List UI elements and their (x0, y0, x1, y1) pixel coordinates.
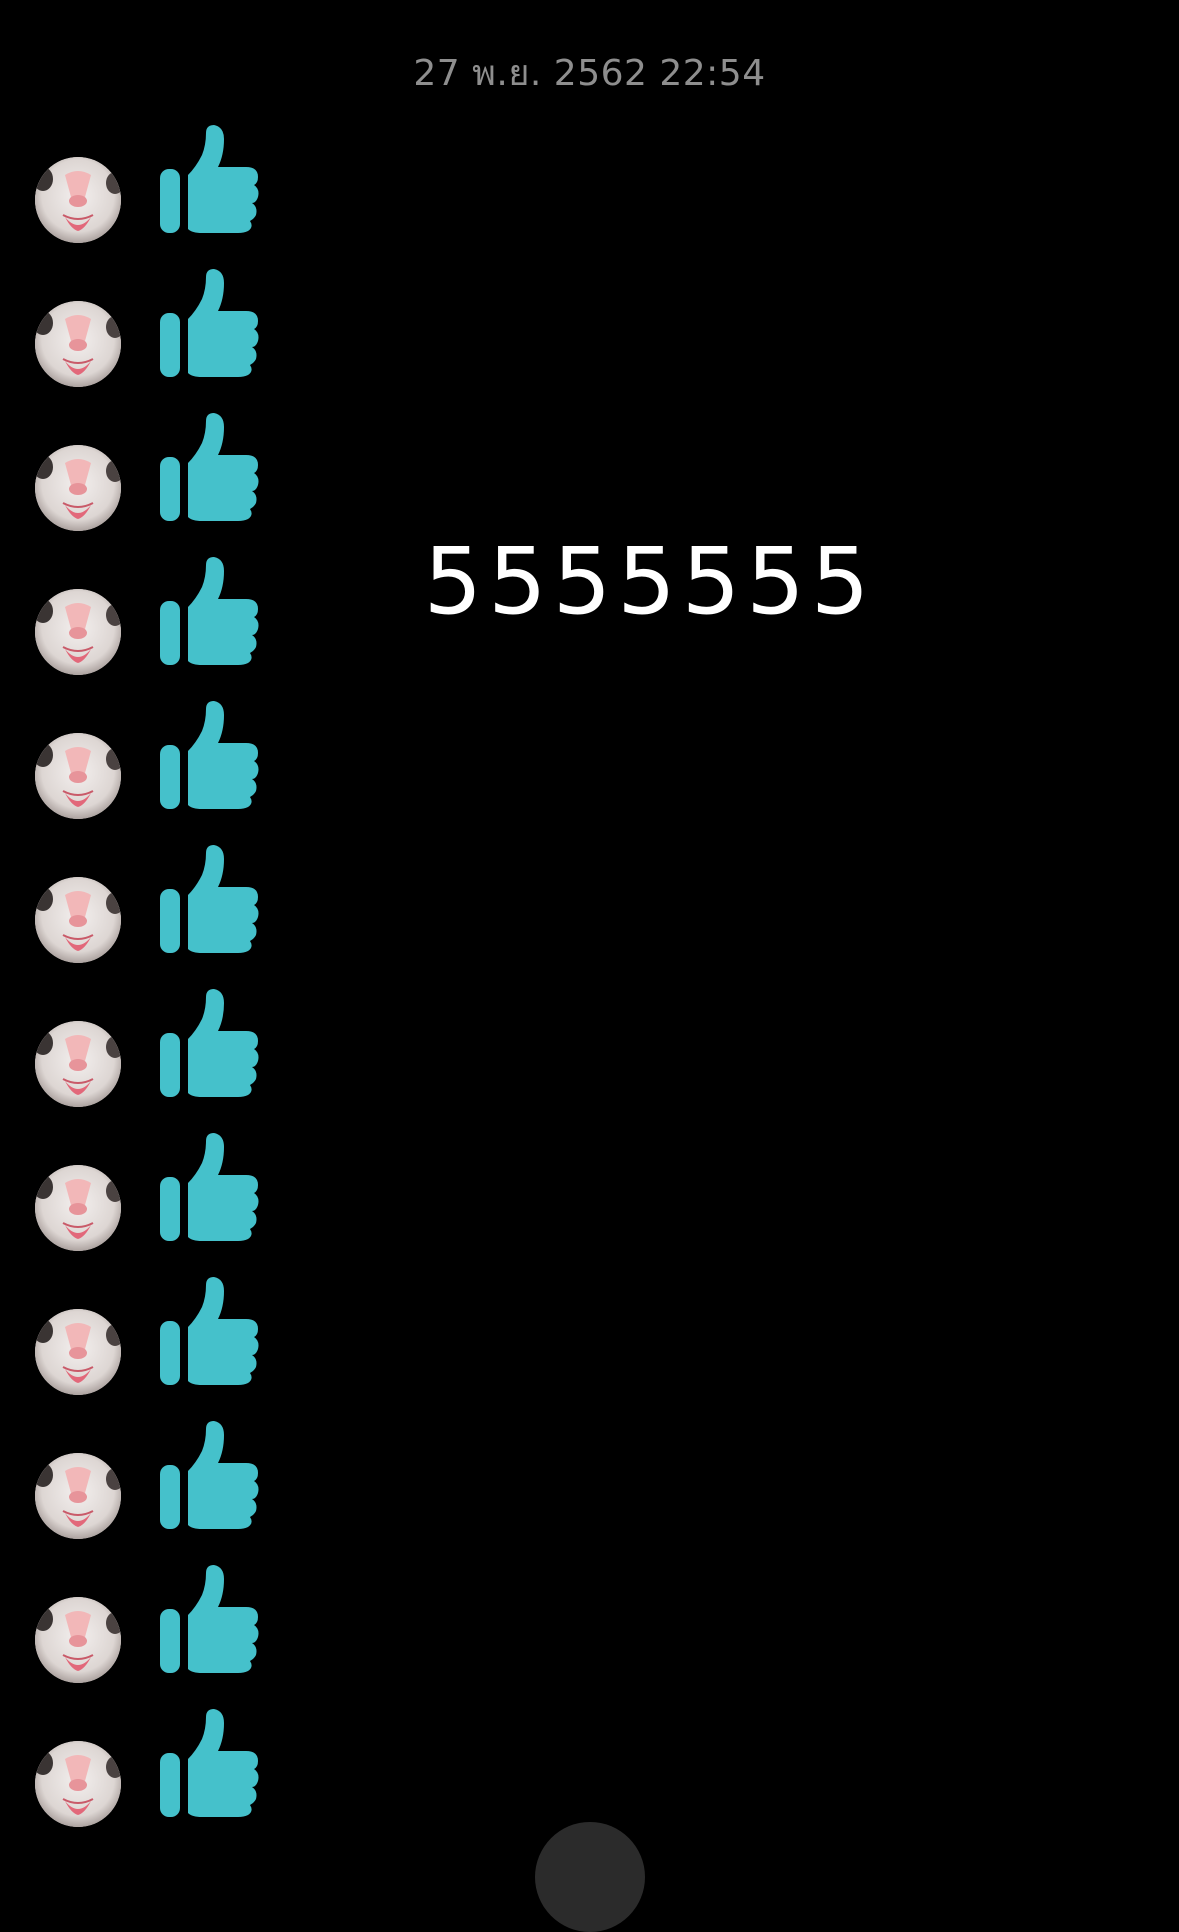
thumbs-up-icon[interactable] (158, 1563, 262, 1675)
thumbs-up-icon[interactable] (158, 1275, 262, 1387)
message-row (0, 1421, 300, 1561)
thumbs-up-icon[interactable] (158, 1131, 262, 1243)
avatar-cat-icon[interactable] (35, 1597, 121, 1683)
thumbs-up-icon[interactable] (158, 123, 262, 235)
thumbs-up-icon[interactable] (158, 843, 262, 955)
message-row (0, 989, 300, 1129)
thumbs-up-icon[interactable] (158, 267, 262, 379)
message-list (0, 0, 300, 1853)
message-row (0, 845, 300, 985)
thumbs-up-icon[interactable] (158, 1419, 262, 1531)
message-row (0, 1565, 300, 1705)
avatar-cat-icon[interactable] (35, 1309, 121, 1395)
thumbs-up-icon[interactable] (158, 1707, 262, 1819)
avatar-cat-icon[interactable] (35, 157, 121, 243)
message-row (0, 701, 300, 841)
avatar-cat-icon[interactable] (35, 445, 121, 531)
thumbs-up-icon[interactable] (158, 699, 262, 811)
avatar-cat-icon[interactable] (35, 301, 121, 387)
scroll-bottom-button[interactable] (535, 1822, 645, 1932)
thumbs-up-icon[interactable] (158, 987, 262, 1099)
message-row (0, 125, 300, 265)
message-row (0, 1133, 300, 1273)
message-row (0, 1709, 300, 1849)
message-row (0, 269, 300, 409)
avatar-cat-icon[interactable] (35, 1741, 121, 1827)
message-row (0, 1277, 300, 1417)
avatar-cat-icon[interactable] (35, 1021, 121, 1107)
avatar-cat-icon[interactable] (35, 1165, 121, 1251)
avatar-cat-icon[interactable] (35, 1453, 121, 1539)
message-text[interactable]: 5555555 (0, 528, 1179, 635)
avatar-cat-icon[interactable] (35, 877, 121, 963)
thumbs-up-icon[interactable] (158, 411, 262, 523)
avatar-cat-icon[interactable] (35, 733, 121, 819)
